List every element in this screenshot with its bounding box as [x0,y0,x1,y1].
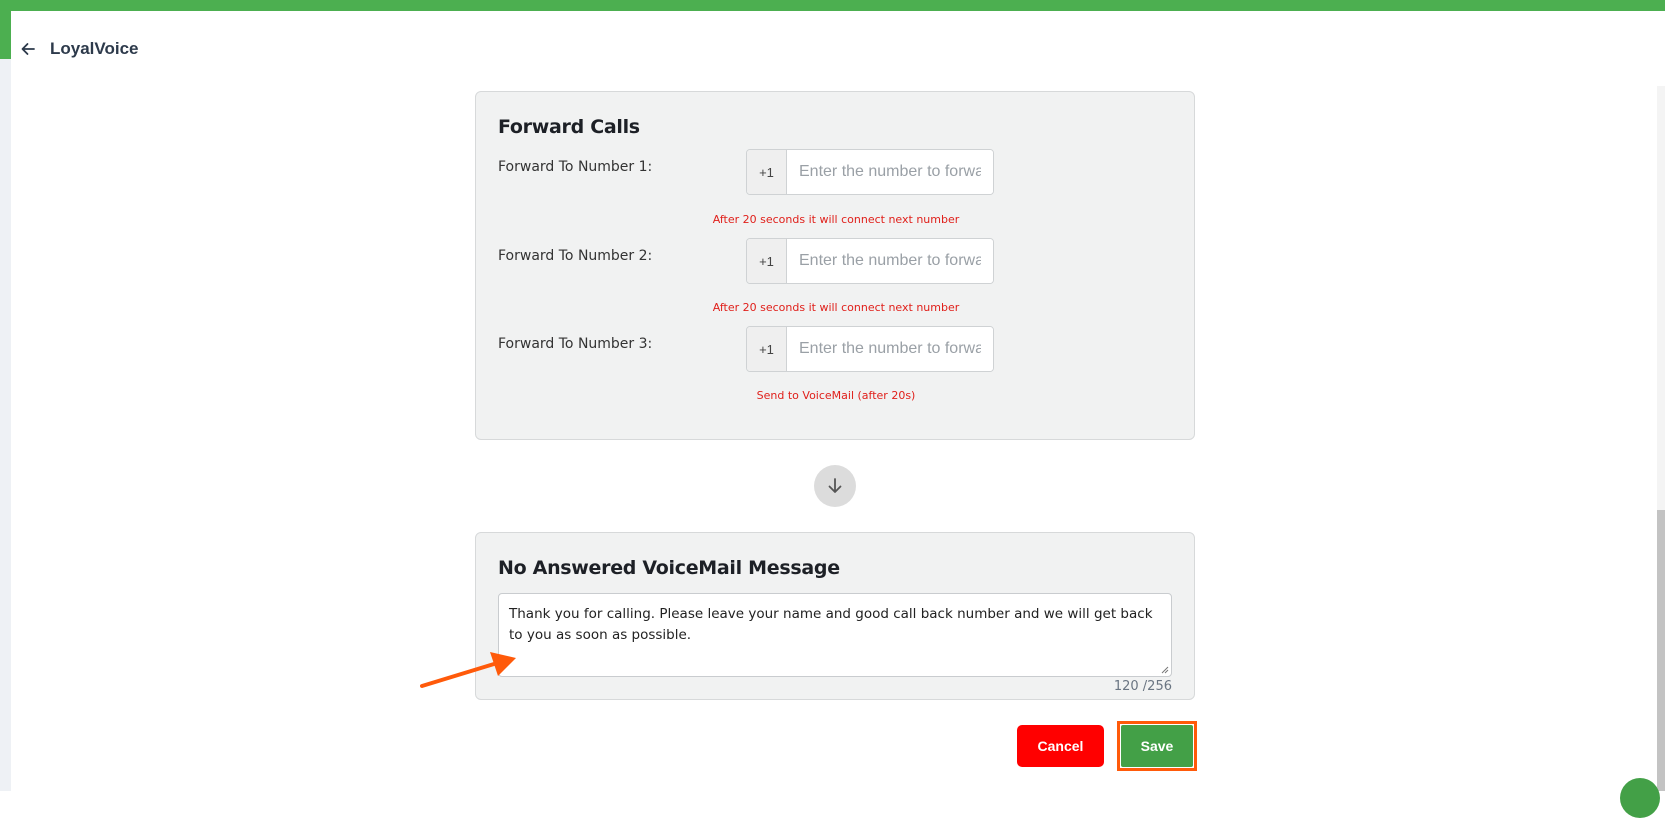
voicemail-title: No Answered VoiceMail Message [498,557,840,579]
country-code-prefix: +1 [747,239,787,283]
forward-number-3-hint: Send to VoiceMail (after 20s) [756,389,916,402]
forward-number-1-hint: After 20 seconds it will connect next nu… [712,213,960,226]
voicemail-message-wrapper: Thank you for calling. Please leave your… [498,593,1172,677]
left-accent-strip [0,11,11,59]
page-title: LoyalVoice [50,39,139,58]
left-gutter [0,59,11,791]
forward-calls-title: Forward Calls [498,116,640,138]
voicemail-message-textarea[interactable]: Thank you for calling. Please leave your… [499,594,1171,676]
scrollbar-thumb[interactable] [1657,510,1665,791]
resize-grip-icon[interactable] [1159,664,1169,674]
country-code-prefix: +1 [747,150,787,194]
annotation-arrow-icon [420,652,516,688]
character-counter: 120 /256 [1113,679,1172,694]
country-code-prefix: +1 [747,327,787,371]
forward-calls-card: Forward Calls Forward To Number 1: +1 Af… [475,91,1195,440]
voicemail-card: No Answered VoiceMail Message Thank you … [475,532,1195,700]
forward-number-2-input[interactable] [787,239,993,283]
arrow-left-icon[interactable] [18,39,38,59]
top-accent-bar [0,0,1665,11]
forward-number-2-label: Forward To Number 2: [498,248,653,264]
cancel-button[interactable]: Cancel [1017,725,1104,767]
forward-number-1-group: +1 [746,149,994,195]
forward-number-3-label: Forward To Number 3: [498,336,653,352]
arrow-down-icon [814,465,856,507]
chat-widget-icon[interactable] [1620,778,1660,818]
forward-number-2-hint: After 20 seconds it will connect next nu… [712,301,960,314]
forward-number-1-input[interactable] [787,150,993,194]
forward-number-3-input[interactable] [787,327,993,371]
forward-number-2-group: +1 [746,238,994,284]
forward-number-1-label: Forward To Number 1: [498,159,653,175]
forward-number-3-group: +1 [746,326,994,372]
save-button[interactable]: Save [1121,725,1193,767]
page-header: LoyalVoice [18,35,139,63]
